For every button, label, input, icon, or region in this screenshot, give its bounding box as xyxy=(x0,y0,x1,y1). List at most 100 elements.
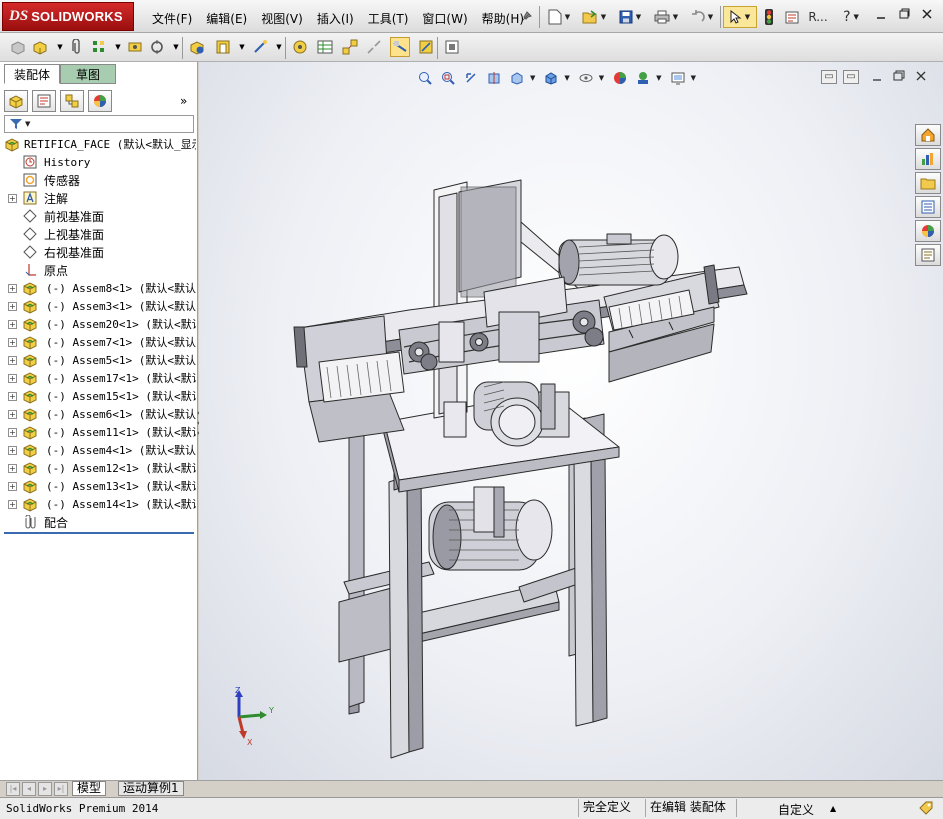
expand-toggle[interactable]: + xyxy=(8,445,17,455)
panel-expand-chevron-icon[interactable]: » xyxy=(180,94,187,108)
expand-toggle[interactable]: + xyxy=(8,319,17,329)
tree-item-component[interactable]: + (-) Assem6<1> (默认<默认_显 xyxy=(0,405,196,423)
tree-item-component[interactable]: + (-) Assem12<1> (默认<默认_显 xyxy=(0,459,196,477)
feature-manager-icon[interactable] xyxy=(4,90,28,112)
expand-toggle[interactable]: + xyxy=(8,409,17,419)
units-status[interactable]: 自定义 xyxy=(778,801,814,818)
close-window-button[interactable] xyxy=(918,8,936,24)
pin-icon[interactable] xyxy=(516,6,536,28)
tree-item-component[interactable]: + (-) Assem5<1> (默认<默认_显 xyxy=(0,351,196,369)
linear-pattern-icon[interactable] xyxy=(89,37,109,57)
expand-toggle[interactable]: + xyxy=(8,301,17,311)
configuration-manager-icon[interactable] xyxy=(60,90,84,112)
reference-geometry-icon[interactable] xyxy=(250,37,270,57)
new-motion-study-icon[interactable] xyxy=(290,37,310,57)
help-button[interactable]: ? ▼ xyxy=(836,6,866,28)
smart-fasteners-icon[interactable] xyxy=(125,37,145,57)
menu-file[interactable]: 文件(F) xyxy=(145,8,199,29)
restore-button[interactable] xyxy=(895,8,913,24)
triad-y-label: Y xyxy=(268,706,274,715)
expand-toggle[interactable]: + xyxy=(8,463,17,473)
expand-toggle[interactable]: + xyxy=(8,427,17,437)
expand-toggle[interactable]: + xyxy=(8,283,17,293)
mate-paperclip-icon[interactable] xyxy=(67,37,87,57)
tree-item-front-plane[interactable]: 前视基准面 xyxy=(0,207,196,225)
tree-item-mates[interactable]: 配合 xyxy=(0,513,196,531)
tag-icon[interactable] xyxy=(918,800,934,819)
tree-item-sensors[interactable]: 传感器 xyxy=(0,171,196,189)
reference-dropdown[interactable]: ▼ xyxy=(269,37,289,57)
tree-item-component[interactable]: + (-) Assem7<1> (默认<默认_显 xyxy=(0,333,196,351)
expand-toggle[interactable]: + xyxy=(8,481,17,491)
tree-item-right-plane[interactable]: 右视基准面 xyxy=(0,243,196,261)
edit-component-icon[interactable] xyxy=(8,37,28,57)
features-dropdown[interactable]: ▼ xyxy=(232,37,252,57)
next-tab-button[interactable]: ▸ xyxy=(38,782,52,796)
menu-window[interactable]: 窗口(W) xyxy=(415,8,474,29)
explode-line-sketch-icon[interactable] xyxy=(364,37,384,57)
expand-toggle[interactable]: + xyxy=(8,373,17,383)
show-hidden-components-icon[interactable] xyxy=(187,37,207,57)
expand-toggle[interactable]: + xyxy=(8,193,17,203)
tree-item-component[interactable]: + (-) Assem4<1> (默认<默认_显 xyxy=(0,441,196,459)
property-manager-icon[interactable] xyxy=(32,90,56,112)
tab-assembly[interactable]: 装配体 xyxy=(4,64,60,84)
minimize-button[interactable] xyxy=(872,8,890,24)
subassembly-icon xyxy=(22,352,38,368)
tree-item-history[interactable]: History xyxy=(0,153,196,171)
tab-model[interactable]: 模型 xyxy=(72,781,107,796)
new-document-button[interactable]: ▼ xyxy=(543,6,575,28)
solidworks-logo[interactable]: DS SOLIDWORKS xyxy=(2,2,134,31)
tab-sketch[interactable]: 草图 xyxy=(60,64,116,84)
tree-item-component[interactable]: + (-) Assem3<1> (默认<默认_显 xyxy=(0,297,196,315)
tree-item-component[interactable]: + (-) Assem15<1> (默认<默认_显 xyxy=(0,387,196,405)
assembly-features-icon[interactable] xyxy=(213,37,233,57)
subassembly-icon xyxy=(22,388,38,404)
menu-insert[interactable]: 插入(I) xyxy=(310,8,361,29)
tree-item-top-plane[interactable]: 上视基准面 xyxy=(0,225,196,243)
first-tab-button[interactable]: |◂ xyxy=(6,782,20,796)
exploded-view-icon[interactable] xyxy=(340,37,360,57)
interference-detection-icon[interactable] xyxy=(390,37,410,57)
expand-toggle[interactable]: + xyxy=(8,337,17,347)
tree-item-annotations[interactable]: + 注解 xyxy=(0,189,196,207)
move-dropdown[interactable]: ▼ xyxy=(166,37,186,57)
open-folder-button[interactable]: ▼ xyxy=(578,6,610,28)
graphics-area[interactable]: ▼ ▼ ▼ ▼ ▼ ▭ ▭ Z Y X xyxy=(199,62,943,780)
expand-toggle[interactable]: + xyxy=(8,499,17,509)
tree-item-component[interactable]: + (-) Assem17<1> (默认<默认_显 xyxy=(0,369,196,387)
file-properties-icon[interactable] xyxy=(782,6,802,28)
menu-tools[interactable]: 工具(T) xyxy=(361,8,416,29)
print-button[interactable]: ▼ xyxy=(650,6,682,28)
assembly-model-3d-view[interactable] xyxy=(199,62,943,780)
tree-item-label: (-) Assem14<1> (默认<默认_显 xyxy=(46,498,196,511)
tree-item-label: 注解 xyxy=(44,191,69,206)
tree-root[interactable]: RETIFICA_FACE (默认<默认_显示 xyxy=(0,135,196,153)
tree-item-label: 上视基准面 xyxy=(44,227,105,242)
bill-of-materials-icon[interactable] xyxy=(315,37,335,57)
tree-item-origin[interactable]: 原点 xyxy=(0,261,196,279)
display-manager-icon[interactable] xyxy=(88,90,112,112)
tree-item-component[interactable]: + (-) Assem20<1> (默认<默认_显 xyxy=(0,315,196,333)
menu-edit[interactable]: 编辑(E) xyxy=(199,8,254,29)
snapshot-icon[interactable] xyxy=(442,37,462,57)
expand-toggle[interactable]: + xyxy=(8,355,17,365)
tree-item-component[interactable]: + (-) Assem13<1> (默认<默认_显 xyxy=(0,477,196,495)
previous-tab-button[interactable]: ◂ xyxy=(22,782,36,796)
tree-item-component[interactable]: + (-) Assem14<1> (默认<默认_显 xyxy=(0,495,196,513)
tree-filter[interactable]: ▼ xyxy=(4,115,194,133)
last-tab-button[interactable]: ▸| xyxy=(54,782,68,796)
tree-item-component[interactable]: + (-) Assem8<1> (默认<默认_显 xyxy=(0,279,196,297)
tab-motion-study-1[interactable]: 运动算例1 xyxy=(118,781,184,796)
insert-component-icon[interactable] xyxy=(30,37,50,57)
menu-view[interactable]: 视图(V) xyxy=(254,8,310,29)
expand-toggle[interactable]: + xyxy=(8,391,17,401)
rebuild-traffic-light-icon[interactable] xyxy=(760,6,778,28)
undo-button[interactable]: ▼ xyxy=(686,6,718,28)
select-pointer-button[interactable]: ▼ xyxy=(723,6,757,28)
tree-item-component[interactable]: + (-) Assem11<1> (默认<默认_显 xyxy=(0,423,196,441)
instant3d-icon[interactable] xyxy=(416,37,436,57)
units-caret-icon[interactable]: ▲ xyxy=(830,804,836,813)
save-button[interactable]: ▼ xyxy=(614,6,646,28)
move-component-icon[interactable] xyxy=(147,37,167,57)
